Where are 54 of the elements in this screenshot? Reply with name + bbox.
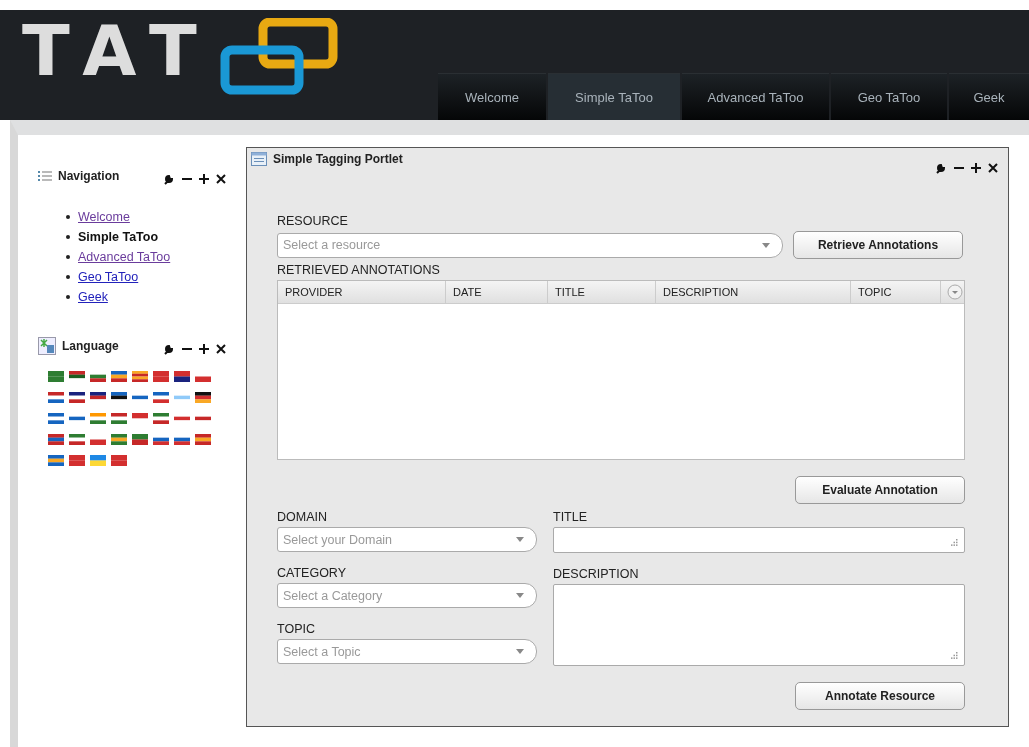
flag-icon[interactable]: [195, 392, 211, 403]
portlet-title: Simple Tagging Portlet: [273, 152, 403, 166]
field-label: TOPIC: [277, 622, 316, 636]
language-icon: [38, 337, 56, 355]
logo-text: TAT: [22, 16, 215, 86]
flag-icon[interactable]: [90, 392, 106, 403]
flag-icon[interactable]: [69, 371, 85, 382]
resize-grip-icon[interactable]: [951, 539, 958, 546]
title-input-field[interactable]: [553, 527, 965, 553]
maximize-icon[interactable]: [971, 162, 981, 174]
annotate-resource-button[interactable]: Annotate Resource: [795, 682, 965, 710]
list-icon: [38, 170, 52, 182]
nav-tab[interactable]: Welcome: [438, 73, 546, 120]
flag-icon[interactable]: [111, 392, 127, 403]
field-label: DESCRIPTION: [553, 567, 640, 581]
field-label: RESOURCE: [277, 214, 349, 228]
close-icon[interactable]: [216, 343, 226, 355]
caret-icon: [762, 242, 770, 248]
nav-link[interactable]: Advanced TaToo: [78, 250, 171, 264]
field-label: RETRIEVED ANNOTATIONS: [277, 263, 441, 277]
column-header[interactable]: DATE: [446, 281, 548, 303]
nav-tab[interactable]: Geek: [949, 73, 1029, 120]
nav-tab[interactable]: Advanced TaToo: [682, 73, 829, 120]
form-icon: [251, 152, 267, 166]
settings-icon[interactable]: [163, 343, 175, 355]
nav-tab[interactable]: Simple TaToo: [548, 73, 680, 120]
caret-icon: [516, 537, 524, 542]
close-icon[interactable]: [216, 173, 226, 185]
nav-tab[interactable]: Geo TaToo: [831, 73, 947, 120]
maximize-icon[interactable]: [199, 343, 209, 355]
field-label: TITLE: [553, 510, 589, 524]
maximize-icon[interactable]: [199, 173, 209, 185]
portlet-title: Navigation: [58, 169, 120, 183]
settings-icon[interactable]: [935, 162, 947, 174]
nav-link[interactable]: Simple TaToo: [78, 230, 159, 244]
column-header[interactable]: PROVIDER: [278, 281, 446, 303]
flag-icon[interactable]: [69, 392, 85, 403]
retrieve-annotations-button[interactable]: Retrieve Annotations: [793, 231, 963, 259]
evaluate-annotation-button[interactable]: Evaluate Annotation: [795, 476, 965, 504]
portlet-title: Language: [62, 339, 119, 353]
caret-icon: [516, 593, 524, 598]
column-menu-icon[interactable]: [947, 284, 963, 300]
caret-icon: [516, 649, 524, 654]
field-label: CATEGORY: [277, 566, 347, 580]
column-header[interactable]: DESCRIPTION: [656, 281, 851, 303]
nav-link[interactable]: Geo TaToo: [78, 270, 139, 284]
column-header[interactable]: TOPIC: [851, 281, 941, 303]
nav-link[interactable]: Welcome: [78, 210, 130, 224]
column-header[interactable]: TITLE: [548, 281, 656, 303]
settings-icon[interactable]: [163, 173, 175, 185]
nav-link[interactable]: Geek: [78, 290, 108, 304]
field-label: DOMAIN: [277, 510, 328, 524]
close-icon[interactable]: [988, 162, 998, 174]
resize-grip-icon[interactable]: [951, 652, 958, 659]
